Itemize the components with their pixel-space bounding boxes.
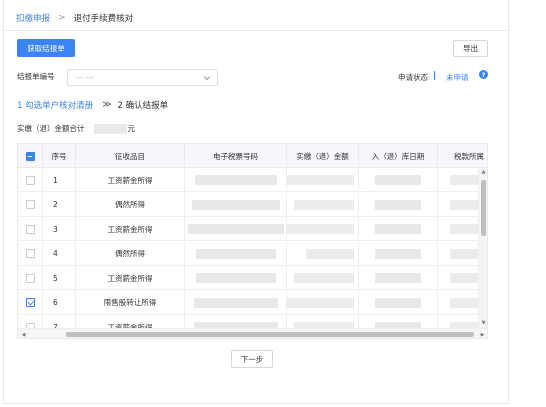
status-divider	[434, 71, 435, 80]
scroll-up-icon[interactable]: ▲	[480, 169, 487, 175]
row-amount-redacted	[287, 266, 359, 290]
report-no-select[interactable]: --- ---	[67, 69, 218, 86]
row-select-cell	[18, 217, 43, 241]
row-no: 1	[43, 168, 76, 192]
row-item: 偶然所得	[76, 241, 185, 266]
breadcrumb-link-withholding[interactable]: 扣缴申报	[16, 12, 50, 24]
row-date-redacted	[359, 290, 438, 315]
row-checkbox[interactable]	[25, 273, 35, 283]
table-row[interactable]: 1 工资薪金所得	[18, 168, 487, 192]
row-ticket-redacted	[185, 217, 287, 241]
row-ticket-redacted	[185, 266, 287, 290]
row-checkbox[interactable]	[25, 175, 35, 185]
total-amount-unit: 元	[127, 124, 136, 133]
row-ticket-redacted	[185, 168, 287, 192]
row-amount-redacted	[287, 217, 359, 241]
report-no-label: 结报单编号	[17, 72, 55, 81]
scroll-right-icon[interactable]: ▶	[479, 331, 486, 338]
vertical-scrollbar[interactable]: ▲ ▼	[478, 168, 487, 328]
row-ticket-redacted	[185, 290, 287, 315]
row-amount-redacted	[287, 168, 359, 192]
double-chevron-icon: ≫	[102, 100, 112, 110]
table-row[interactable]: 2 偶然所得	[18, 192, 487, 217]
row-date-redacted	[359, 266, 438, 290]
fetch-report-button[interactable]: 获取结报单	[17, 39, 75, 57]
table-row[interactable]: 6 限售股转让所得	[18, 290, 487, 315]
row-item: 偶然所得	[76, 192, 185, 217]
row-checkbox[interactable]	[25, 224, 35, 234]
chevron-down-icon	[203, 76, 211, 81]
detail-table: 序号 征收品目 电子税票号码 实缴（退）金额 入（退）库日期 税款所属 1 工资薪…	[17, 143, 488, 339]
row-item: 限售股转让所得	[76, 290, 185, 315]
row-select-cell	[18, 241, 43, 266]
row-no: 5	[43, 266, 76, 290]
select-all-cell	[18, 144, 43, 168]
scroll-down-icon[interactable]: ▼	[480, 320, 487, 326]
row-select-cell	[18, 192, 43, 217]
row-no: 6	[43, 290, 76, 315]
total-amount-redacted	[93, 123, 127, 134]
total-amount: 实缴（退）金额合计 元	[17, 123, 135, 134]
row-checkbox[interactable]	[25, 298, 35, 307]
table-row[interactable]: 5 工资薪金所得	[18, 266, 487, 290]
breadcrumb-separator-icon: >	[58, 13, 66, 23]
row-ticket-redacted	[185, 192, 287, 217]
help-icon[interactable]: ?	[479, 70, 488, 79]
report-no-placeholder: --- ---	[76, 73, 94, 82]
row-no: 3	[43, 217, 76, 241]
column-header-date: 入（退）库日期	[359, 144, 438, 168]
table-header: 序号 征收品目 电子税票号码 实缴（退）金额 入（退）库日期 税款所属	[18, 144, 487, 168]
row-no: 4	[43, 241, 76, 266]
breadcrumb-current: 退付手续费核对	[73, 14, 134, 24]
row-date-redacted	[359, 241, 438, 266]
row-item: 工资薪金所得	[76, 217, 185, 241]
horizontal-scroll-thumb[interactable]	[66, 332, 474, 337]
row-checkbox[interactable]	[25, 249, 35, 258]
column-header-period: 税款所属	[438, 144, 487, 168]
table-row[interactable]: 3 工资薪金所得	[18, 217, 487, 241]
row-date-redacted	[359, 192, 438, 217]
vertical-scroll-thumb[interactable]	[481, 180, 486, 236]
step-indicator: 1 勾选单户核对清册 ≫ 2 确认结报单	[17, 99, 168, 111]
column-header-no: 序号	[43, 144, 76, 168]
header-divider	[3, 30, 509, 31]
row-no: 2	[43, 192, 76, 217]
column-header-amount: 实缴（退）金额	[287, 144, 359, 168]
row-amount-redacted	[287, 290, 359, 315]
select-all-checkbox[interactable]	[25, 151, 35, 161]
row-item: 工资薪金所得	[76, 266, 185, 290]
scroll-left-icon[interactable]: ◀	[20, 331, 27, 338]
next-step-button[interactable]: 下一步	[231, 350, 273, 368]
row-date-redacted	[359, 217, 438, 241]
row-select-cell	[18, 168, 43, 192]
row-date-redacted	[359, 168, 438, 192]
export-button[interactable]: 导出	[453, 40, 488, 57]
row-item: 工资薪金所得	[76, 168, 185, 192]
row-checkbox[interactable]	[25, 200, 35, 209]
row-amount-redacted	[287, 241, 359, 266]
step-1-link[interactable]: 1 勾选单户核对清册	[17, 99, 93, 111]
row-select-cell	[18, 290, 43, 315]
row-amount-redacted	[287, 192, 359, 217]
column-header-ticket: 电子税票号码	[185, 144, 287, 168]
breadcrumb: 扣缴申报 > 退付手续费核对	[16, 11, 133, 25]
column-header-item: 征收品目	[76, 144, 185, 168]
table-row[interactable]: 4 偶然所得	[18, 241, 487, 266]
apply-status-label: 申请状态	[398, 73, 428, 82]
row-ticket-redacted	[185, 241, 287, 266]
step-2-label: 2 确认结报单	[117, 101, 169, 111]
apply-status-value: 未申请	[446, 73, 469, 82]
row-select-cell	[18, 266, 43, 290]
total-amount-label: 实缴（退）金额合计	[17, 124, 85, 133]
horizontal-scrollbar[interactable]: ◀ ▶	[18, 328, 487, 338]
